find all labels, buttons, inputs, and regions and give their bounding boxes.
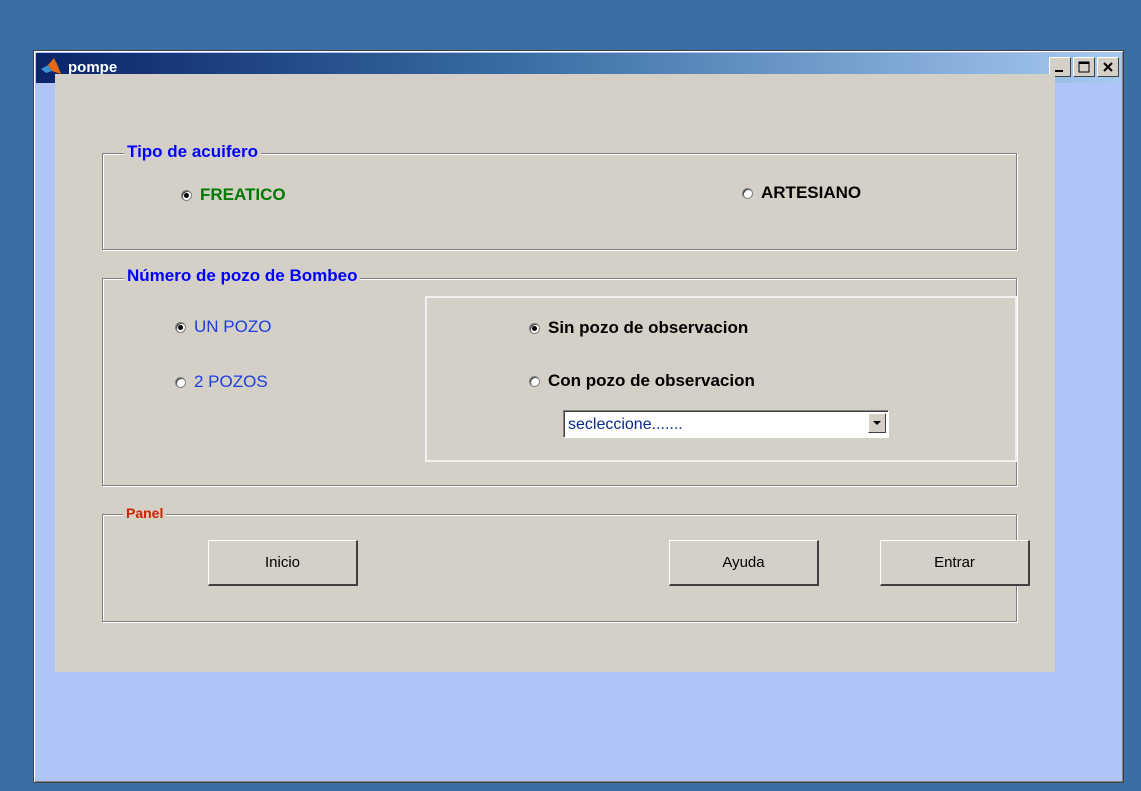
radio-dot-con-pozo: [529, 375, 540, 387]
close-icon: [1103, 62, 1113, 72]
radio-un-pozo[interactable]: UN POZO: [175, 317, 271, 337]
aquifer-group-legend: Tipo de acuifero: [124, 142, 261, 162]
radio-dot-un-pozo: [175, 321, 186, 333]
entrar-button[interactable]: Entrar: [880, 540, 1030, 586]
observation-select[interactable]: secleccione.......: [563, 410, 889, 438]
radio-un-pozo-label: UN POZO: [194, 317, 272, 336]
wells-group-legend: Número de pozo de Bombeo: [124, 266, 361, 286]
radio-artesiano[interactable]: ARTESIANO: [742, 183, 861, 203]
radio-sin-pozo[interactable]: Sin pozo de observacion: [529, 318, 748, 338]
maximize-icon: [1078, 61, 1090, 73]
minimize-icon: [1055, 70, 1063, 72]
radio-con-pozo[interactable]: Con pozo de observacion: [529, 371, 755, 391]
radio-dot-2-pozos: [175, 376, 186, 388]
radio-dot-artesiano: [742, 187, 753, 199]
chevron-down-icon: [873, 421, 881, 425]
radio-artesiano-label: ARTESIANO: [761, 183, 862, 202]
panel-group-legend: Panel: [123, 505, 167, 521]
inicio-button[interactable]: Inicio: [208, 540, 358, 586]
radio-dot-freatico: [181, 189, 192, 201]
ayuda-button[interactable]: Ayuda: [669, 540, 819, 586]
radio-dot-sin-pozo: [529, 322, 540, 334]
radio-2-pozos-label: 2 POZOS: [194, 372, 268, 391]
radio-sin-pozo-label: Sin pozo de observacion: [548, 318, 749, 337]
radio-freatico-label: FREATICO: [200, 185, 286, 204]
observation-select-value: secleccione.......: [568, 416, 683, 433]
radio-2-pozos[interactable]: 2 POZOS: [175, 372, 268, 392]
maximize-button[interactable]: [1073, 57, 1095, 77]
radio-freatico[interactable]: FREATICO: [181, 185, 286, 205]
select-dropdown-button[interactable]: [868, 413, 886, 433]
close-button[interactable]: [1097, 57, 1119, 77]
figure-panel: Tipo de acuifero FREATICO ARTESIANO Núme…: [55, 74, 1055, 672]
radio-con-pozo-label: Con pozo de observacion: [548, 371, 755, 390]
